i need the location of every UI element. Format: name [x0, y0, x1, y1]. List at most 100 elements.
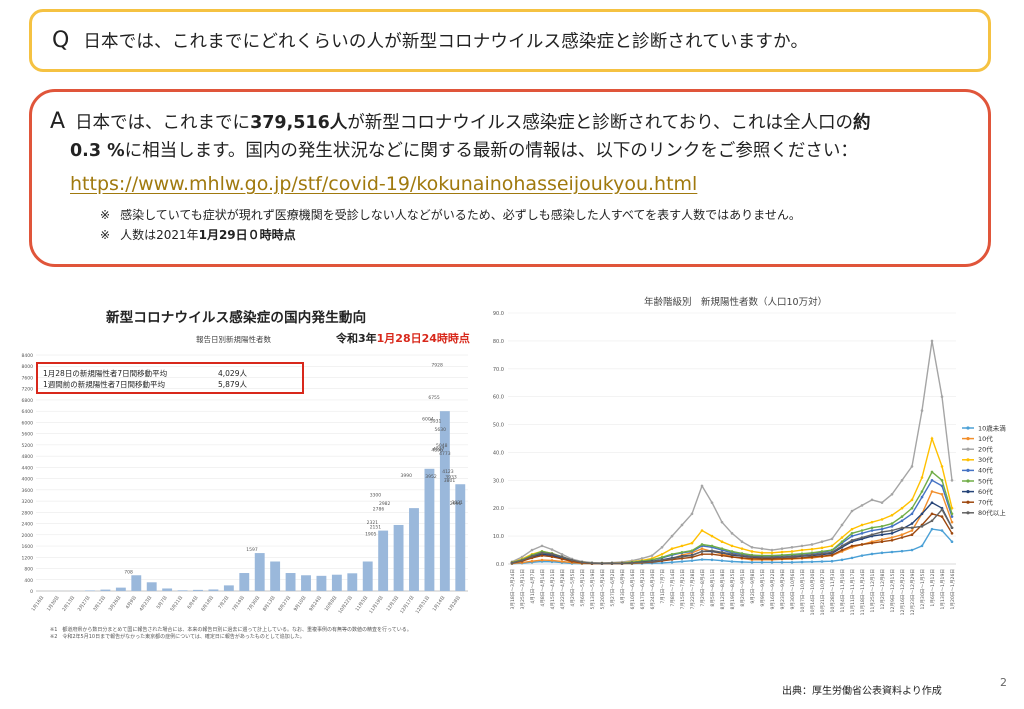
x-tick-label: 2月27日: [77, 595, 92, 613]
data-point: [850, 544, 854, 548]
data-point: [830, 537, 834, 541]
x-tick-label: 10月7日～10月13日: [800, 569, 806, 612]
note-1: ※ 感染していても症状が現れず医療機関を受診しない人などがいるため、必ずしも感染し…: [100, 208, 801, 222]
data-point: [690, 559, 694, 562]
data-point: [730, 550, 734, 553]
x-tick-label: 5月20日～5月26日: [600, 569, 606, 610]
data-point: [710, 544, 714, 548]
legend-label: 10歳未満: [978, 423, 1006, 432]
bar: [177, 590, 188, 591]
y-tick-label: 4800: [22, 454, 34, 460]
bar-data-label: 3990: [401, 473, 413, 479]
x-tick-label: 9月24日: [308, 595, 323, 613]
bar-data-label: 2786: [373, 507, 385, 513]
data-point: [860, 554, 864, 557]
legend-marker: [966, 437, 970, 441]
y-tick-label: 4000: [22, 477, 34, 483]
legend-marker: [966, 500, 970, 504]
x-tick-label: 7月30日: [246, 595, 261, 613]
data-point: [950, 479, 954, 482]
y-tick-label: 80.0: [493, 339, 504, 345]
x-tick-label: 1月28日: [447, 595, 462, 613]
series-line: [511, 340, 953, 564]
data-point: [760, 556, 764, 559]
bar: [162, 588, 173, 591]
x-tick-label: 12月30日～1月5日: [920, 569, 926, 610]
data-point: [730, 560, 734, 563]
bar-data-label: 7928: [431, 362, 443, 368]
data-point: [810, 543, 814, 546]
x-tick-label: 7月29日～8月4日: [700, 569, 706, 607]
data-point: [560, 560, 564, 563]
x-tick-label: 1月30日: [46, 595, 61, 613]
x-tick-label: 9月2日～9月8日: [750, 569, 756, 604]
data-point: [700, 529, 704, 532]
y-tick-label: 5200: [22, 443, 34, 449]
data-point: [530, 548, 534, 552]
bar-data-label: 2321: [367, 520, 379, 526]
y-tick-label: 5600: [22, 432, 34, 438]
data-point: [870, 529, 874, 532]
answer-text-c: に相当します。国内の発生状況などに関する最新の情報は、以下のリンクをご参照くださ…: [124, 141, 858, 161]
data-point: [730, 532, 734, 535]
y-tick-label: 50.0: [493, 423, 504, 429]
data-point: [940, 508, 944, 511]
y-tick-label: 8400: [22, 353, 34, 359]
data-point: [860, 532, 864, 535]
legend-label: 40代: [978, 466, 993, 475]
data-point: [850, 556, 854, 560]
moving-average-box: 1月28日の新規陽性者7日間移動平均 4,029人 1週間前の新規陽性者7日間移動…: [36, 362, 304, 394]
data-point: [540, 551, 544, 555]
data-point: [680, 555, 684, 559]
x-tick-label: 1月20日～1月26日: [950, 569, 956, 610]
data-point: [890, 513, 894, 517]
x-tick-label: 5月27日～6月2日: [610, 569, 616, 607]
bar-data-label: 4896: [431, 447, 443, 453]
bar: [316, 575, 327, 591]
data-point: [850, 534, 854, 538]
x-tick-label: 8月5日～8月11日: [710, 569, 716, 607]
x-tick-label: 10月8日: [323, 595, 338, 613]
data-point: [540, 544, 544, 548]
avg-row-2: 1週間前の新規陽性者7日間移動平均 5,879人: [43, 380, 247, 389]
data-point: [840, 548, 844, 552]
x-tick-label: 8月19日～8月25日: [730, 569, 736, 610]
data-point: [510, 561, 514, 565]
page-number: 2: [1000, 676, 1007, 689]
data-point: [730, 544, 734, 548]
data-point: [880, 527, 884, 531]
legend-label: 60代: [978, 487, 993, 496]
data-point: [910, 548, 914, 552]
data-point: [590, 561, 594, 565]
data-point: [820, 550, 824, 553]
data-point: [710, 552, 714, 556]
data-point: [660, 545, 664, 549]
data-point: [540, 554, 544, 557]
mhlw-link[interactable]: https://www.mhlw.go.jp/stf/covid-19/koku…: [50, 169, 697, 199]
data-point: [680, 523, 684, 527]
bar: [100, 589, 111, 591]
data-point: [900, 549, 904, 553]
data-point: [560, 557, 564, 561]
data-point: [660, 552, 664, 556]
data-point: [820, 546, 824, 550]
answer-box: A 日本では、これまでに379,516人が新型コロナウイルス感染症と診断されており…: [29, 89, 991, 267]
legend-marker: [966, 490, 970, 494]
bar-data-label: 4123: [442, 469, 454, 475]
data-point: [900, 533, 904, 537]
y-tick-label: 3200: [22, 499, 34, 505]
x-tick-label: 8月13日: [262, 595, 277, 613]
data-point: [700, 552, 704, 556]
legend-label: 10代: [978, 434, 993, 443]
data-point: [930, 490, 934, 493]
data-point: [910, 522, 914, 525]
data-point: [690, 549, 694, 552]
data-point: [930, 437, 934, 440]
data-point: [760, 551, 764, 555]
data-point: [920, 476, 924, 479]
bar: [146, 582, 157, 591]
bar: [131, 575, 142, 591]
data-point: [880, 525, 884, 528]
y-tick-label: 7600: [22, 375, 34, 381]
data-point: [810, 553, 814, 557]
